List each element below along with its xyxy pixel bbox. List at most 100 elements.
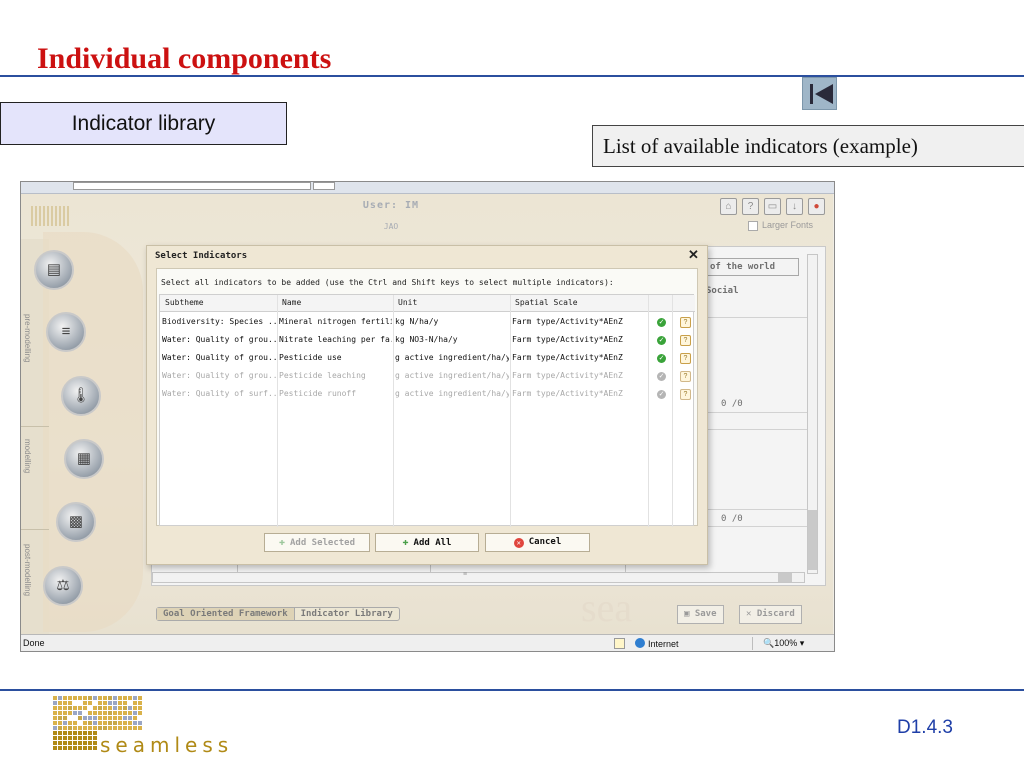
discard-button[interactable]: ✕ Discard bbox=[739, 605, 802, 624]
tab-bar: Goal Oriented Framework Indicator Library bbox=[156, 607, 400, 621]
nav-divider bbox=[21, 529, 49, 530]
column-header-subtheme[interactable]: Subtheme bbox=[160, 295, 277, 312]
info-icon[interactable]: ? bbox=[680, 389, 691, 400]
logo-dot bbox=[103, 701, 107, 705]
add-all-button[interactable]: ✚ Add All bbox=[375, 533, 479, 552]
logo-dot bbox=[83, 711, 87, 715]
cell-subtheme: Water: Quality of grou... bbox=[162, 335, 276, 344]
x-icon: ✕ bbox=[746, 609, 757, 619]
logo-dot bbox=[113, 721, 117, 725]
horizontal-scrollbar[interactable]: ≡ bbox=[152, 571, 805, 583]
logo-dot bbox=[123, 701, 127, 705]
logo-dot bbox=[108, 706, 112, 710]
screenshot-caption: List of available indicators (example) bbox=[592, 125, 1024, 167]
info-icon[interactable]: ? bbox=[680, 353, 691, 364]
nav-label-post-modelling: post-modelling bbox=[23, 544, 32, 597]
logo-dot bbox=[68, 731, 72, 735]
cell-scale: Farm type/Activity*AEnZ bbox=[512, 371, 623, 380]
logo-dot bbox=[98, 696, 102, 700]
download-icon[interactable]: ↓ bbox=[786, 198, 803, 215]
address-field[interactable] bbox=[73, 182, 311, 190]
user-label: User: IM bbox=[362, 200, 420, 211]
logo-dot bbox=[63, 706, 67, 710]
brand-watermark: sea bbox=[581, 585, 633, 630]
column-header-spatial-scale[interactable]: Spatial Scale bbox=[510, 295, 648, 312]
table-row[interactable]: Biodiversity: Species ... Mineral nitrog… bbox=[160, 313, 693, 331]
top-rule bbox=[0, 75, 1024, 77]
table-row[interactable]: Water: Quality of surf... Pesticide runo… bbox=[160, 385, 693, 403]
logo-dot bbox=[78, 696, 82, 700]
scrollbar-thumb[interactable] bbox=[778, 573, 792, 582]
logo-dot bbox=[108, 716, 112, 720]
logo-dot bbox=[83, 736, 87, 740]
larger-fonts-toggle[interactable]: Larger Fonts bbox=[748, 220, 813, 231]
logo-dot bbox=[113, 701, 117, 705]
back-to-start-icon bbox=[810, 84, 813, 104]
social-header: Social bbox=[706, 286, 739, 296]
document-id: D1.4.3 bbox=[897, 717, 953, 738]
info-icon[interactable]: ? bbox=[680, 371, 691, 382]
stack-icon[interactable]: ≡ bbox=[46, 312, 86, 352]
column-separator bbox=[430, 564, 431, 572]
table-row[interactable]: Water: Quality of grou... Pesticide leac… bbox=[160, 367, 693, 385]
home-icon[interactable]: ⌂ bbox=[720, 198, 737, 215]
help-icon[interactable]: ? bbox=[742, 198, 759, 215]
logo-dot bbox=[53, 716, 57, 720]
logo-dot bbox=[53, 726, 57, 730]
window-icon[interactable]: ▭ bbox=[764, 198, 781, 215]
scrollbar-thumb[interactable] bbox=[808, 510, 817, 570]
plus-icon: ✚ bbox=[278, 537, 285, 548]
logo-dot bbox=[68, 746, 72, 750]
info-icon[interactable]: ? bbox=[680, 335, 691, 346]
tab-goal-oriented-framework[interactable]: Goal Oriented Framework bbox=[157, 608, 295, 620]
cell-subtheme: Water: Quality of grou... bbox=[162, 353, 276, 362]
zoom-control[interactable]: 🔍100% ▾ bbox=[763, 638, 804, 649]
logo-dot bbox=[73, 696, 77, 700]
balance-scale-icon[interactable]: ⚖ bbox=[43, 566, 83, 606]
cancel-button[interactable]: ✕ Cancel bbox=[485, 533, 590, 552]
logo-dot bbox=[68, 696, 72, 700]
logo-dot bbox=[63, 736, 67, 740]
info-icon[interactable]: ? bbox=[680, 317, 691, 328]
cell-name: Pesticide runoff bbox=[279, 389, 357, 398]
cell-name: Pesticide use bbox=[279, 353, 342, 362]
cell-subtheme: Biodiversity: Species ... bbox=[162, 317, 276, 326]
close-icon[interactable]: ● bbox=[808, 198, 825, 215]
select-indicators-dialog: Select Indicators ✕ Select all indicator… bbox=[146, 245, 708, 565]
nav-divider bbox=[21, 426, 49, 427]
cell-name: Nitrate leaching per fa... bbox=[279, 335, 392, 344]
column-header-name[interactable]: Name bbox=[277, 295, 393, 312]
checkbox-icon[interactable] bbox=[748, 220, 758, 231]
column-header-unit[interactable]: Unit bbox=[393, 295, 510, 312]
grip-icon: ≡ bbox=[463, 571, 468, 578]
close-icon[interactable]: ✕ bbox=[688, 247, 699, 263]
logo-dot bbox=[83, 726, 87, 730]
tab-indicator-library[interactable]: Indicator Library bbox=[295, 608, 399, 620]
calculator-icon[interactable]: ▦ bbox=[64, 439, 104, 479]
logo-dot bbox=[73, 746, 77, 750]
back-button[interactable] bbox=[802, 77, 837, 110]
logo-dot bbox=[88, 731, 92, 735]
add-selected-button[interactable]: ✚ Add Selected bbox=[264, 533, 370, 552]
vertical-scrollbar[interactable] bbox=[807, 254, 818, 574]
logo-dot bbox=[88, 711, 92, 715]
world-button[interactable]: of the world bbox=[703, 258, 799, 276]
magnifier-icon: 🔍 bbox=[763, 638, 775, 648]
logo-dot bbox=[53, 741, 57, 745]
logo-dot bbox=[73, 736, 77, 740]
logo-dot bbox=[73, 701, 77, 705]
logo-dot bbox=[53, 706, 57, 710]
save-button[interactable]: ▣ Save bbox=[677, 605, 724, 624]
logo-dot bbox=[123, 706, 127, 710]
logo-dot bbox=[128, 711, 132, 715]
table-row[interactable]: Water: Quality of grou... Pesticide use … bbox=[160, 349, 693, 367]
thermometer-icon[interactable]: 🌡 bbox=[61, 376, 101, 416]
column-header-info bbox=[672, 295, 695, 312]
check-icon: ✓ bbox=[657, 354, 666, 363]
table-row[interactable]: Water: Quality of grou... Nitrate leachi… bbox=[160, 331, 693, 349]
go-field[interactable] bbox=[313, 182, 335, 190]
clipboard-icon[interactable]: ▤ bbox=[34, 250, 74, 290]
logo-dot bbox=[123, 726, 127, 730]
logo-dot bbox=[98, 716, 102, 720]
chart-icon[interactable]: ▩ bbox=[56, 502, 96, 542]
